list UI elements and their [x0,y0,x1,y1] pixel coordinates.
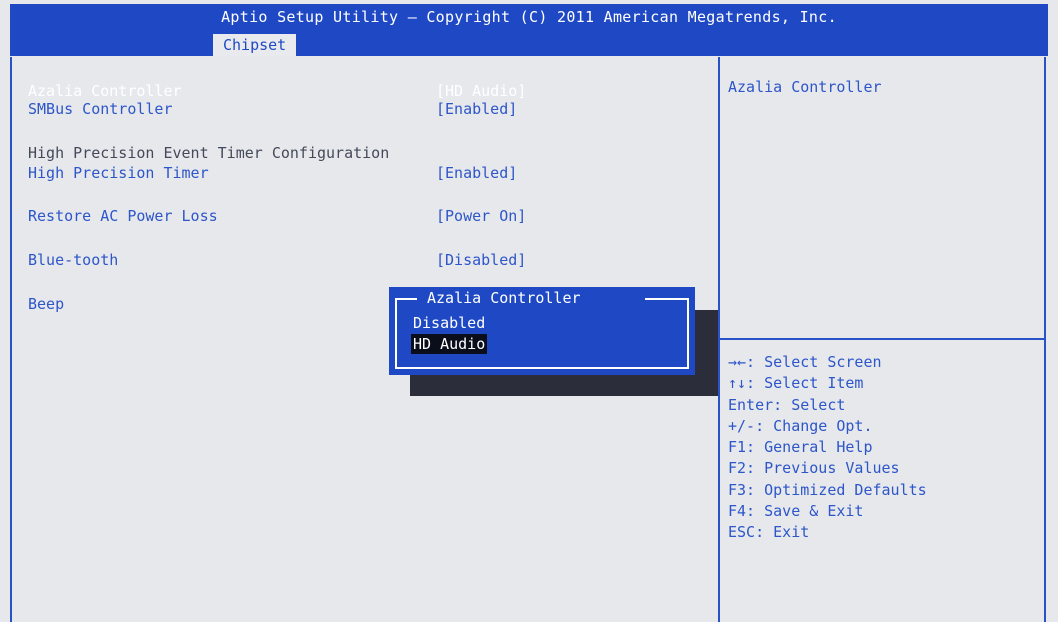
setting-high-precision-timer-label[interactable]: High Precision Timer [28,164,209,182]
setting-azalia-controller-value[interactable]: [HD Audio] [436,82,526,100]
key-legend: →←: Select Screen ↑↓: Select Item Enter:… [728,352,927,544]
setting-azalia-controller-label[interactable]: Azalia Controller [28,82,182,100]
popup-frame-top-right [645,298,689,300]
key-hint: ↑↓: Select Item [728,374,864,393]
key-hint: Enter: Select [728,395,846,414]
setting-restore-ac-power-loss-value[interactable]: [Power On] [436,207,526,225]
popup-title: Azalia Controller [427,289,581,307]
key-hint: F4: Save & Exit [728,502,864,521]
setting-high-precision-timer-value[interactable]: [Enabled] [436,164,517,182]
key-hint: +/-: Change Opt. [728,416,873,435]
help-description: Azalia Controller [728,78,882,96]
setting-smbus-controller-label[interactable]: SMBus Controller [28,100,173,118]
azalia-option-popup: Azalia Controller Disabled HD Audio [389,287,695,375]
key-hint: F1: General Help [728,438,873,457]
key-hint: F3: Optimized Defaults [728,480,927,499]
setting-bluetooth-label[interactable]: Blue-tooth [28,251,118,269]
key-hint: ESC: Exit [728,523,810,542]
section-hpet-heading: High Precision Event Timer Configuration [28,144,390,162]
tab-chipset[interactable]: Chipset [213,34,297,56]
help-separator [720,338,1046,340]
setting-restore-ac-power-loss-label[interactable]: Restore AC Power Loss [28,207,218,225]
key-hint: →←: Select Screen [728,353,882,371]
header-bar: Aptio Setup Utility – Copyright (C) 2011… [10,4,1048,56]
setting-beep-label[interactable]: Beep [28,295,64,313]
key-hint: F2: Previous Values [728,459,900,478]
setting-bluetooth-value[interactable]: [Disabled] [436,251,526,269]
popup-option-hd-audio[interactable]: HD Audio [411,334,488,354]
setting-smbus-controller-value[interactable]: [Enabled] [436,100,517,118]
popup-option-disabled[interactable]: Disabled [411,313,487,333]
app-title: Aptio Setup Utility – Copyright (C) 2011… [221,8,837,26]
popup-frame-top-left [395,298,417,300]
